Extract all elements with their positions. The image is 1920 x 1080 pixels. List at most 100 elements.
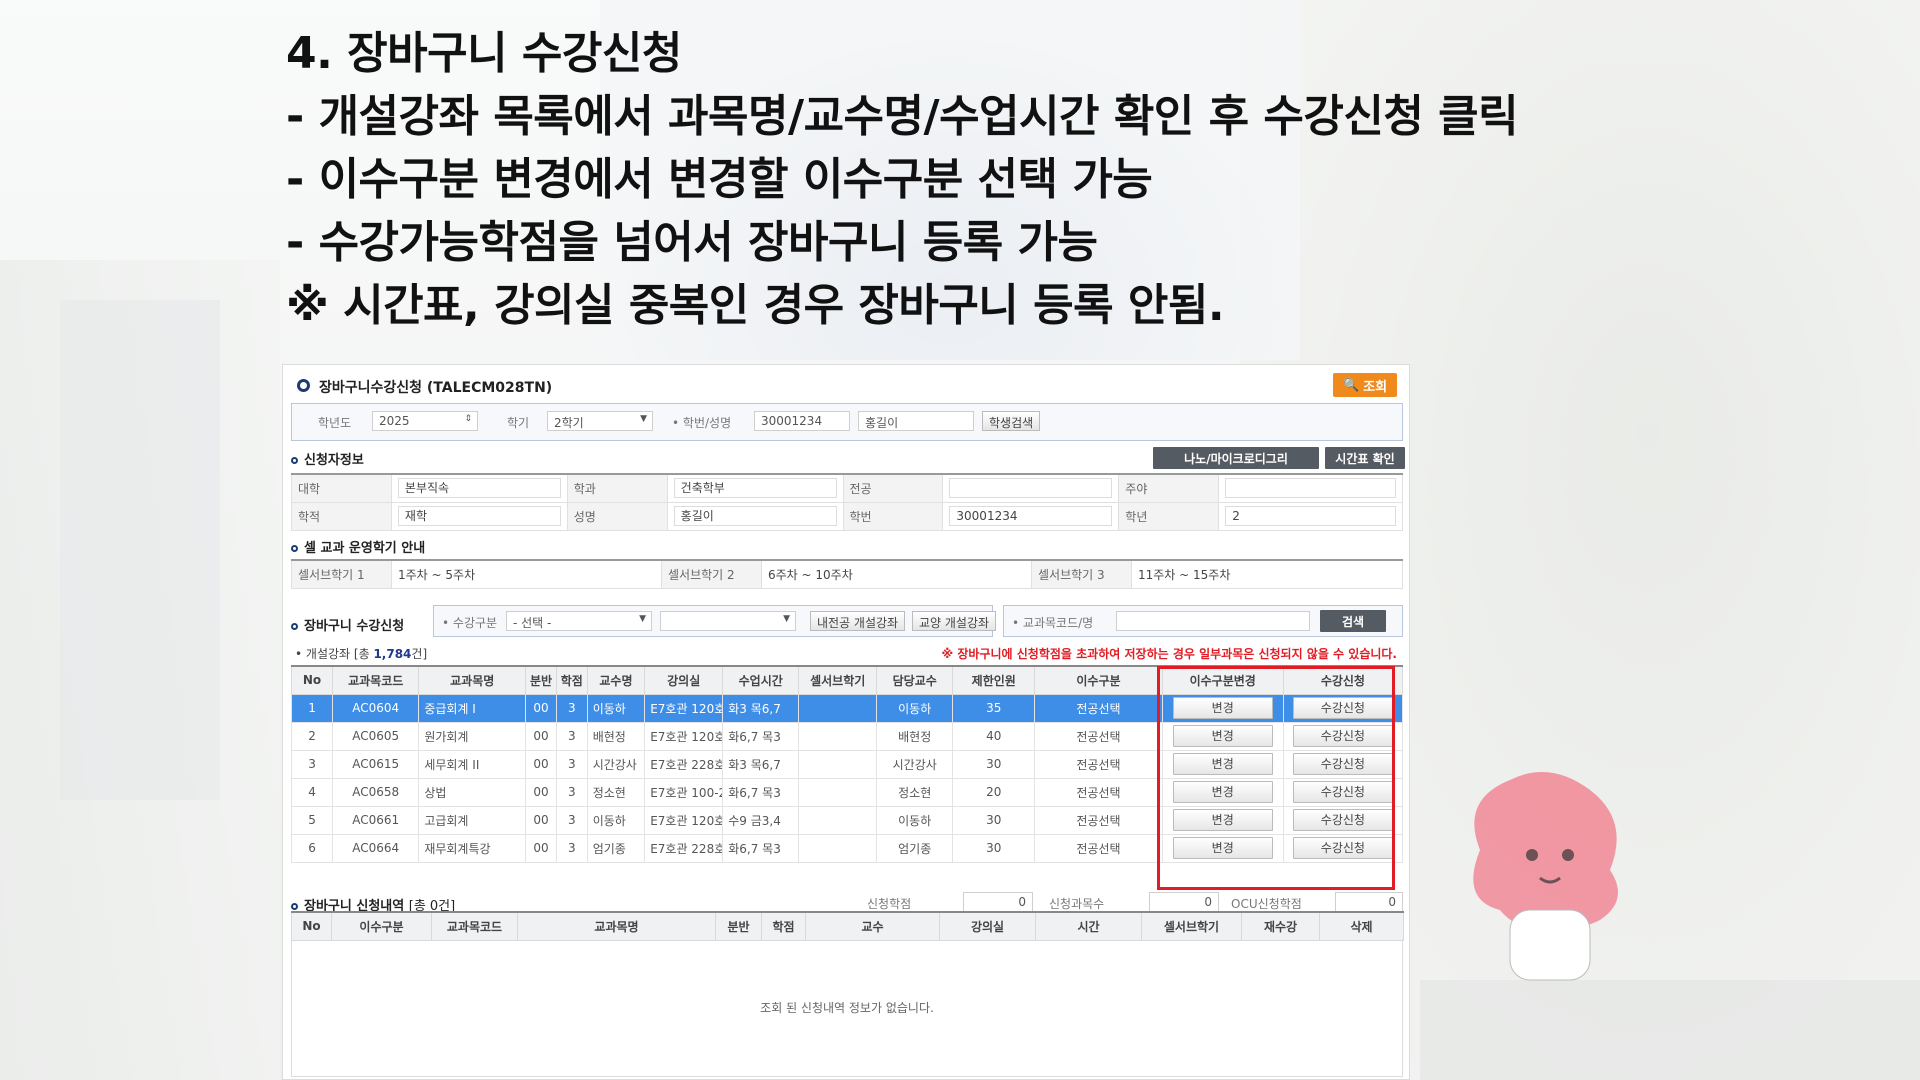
timetable-check-button[interactable]: 시간표 확인 bbox=[1325, 447, 1405, 469]
history-header-cell: 교과목명 bbox=[517, 911, 716, 941]
cart-history-table: No 이수구분 교과목코드 교과목명 분반 학점 교수 강의실 시간 셀서브학기 재수강 삭제 bbox=[291, 911, 1404, 941]
course-code-input[interactable] bbox=[1116, 611, 1310, 631]
course-cell-time: 화3 목6,7 bbox=[722, 749, 800, 779]
subterm-1-label: 셀서브학기 1 bbox=[291, 559, 392, 589]
course-cell-section: 00 bbox=[525, 805, 557, 835]
year-select-value: 2025 bbox=[379, 414, 410, 428]
course-cell-lead: 시간강사 bbox=[876, 749, 954, 779]
highlight-box bbox=[1157, 666, 1395, 890]
student-id-input[interactable]: 30001234 bbox=[754, 411, 850, 431]
course-header-cell: 교수명 bbox=[586, 665, 646, 695]
course-cell-section: 00 bbox=[525, 693, 557, 723]
course-subtype-select[interactable]: ▼ bbox=[660, 611, 796, 631]
grade-label: 학년 bbox=[1118, 501, 1220, 531]
course-cell-code: AC0605 bbox=[332, 721, 420, 751]
ocu-credit-label: OCU신청학점 bbox=[1231, 897, 1302, 911]
course-cell-room: E7호관 100-2 bbox=[644, 777, 724, 807]
course-cell-limit: 35 bbox=[952, 693, 1036, 723]
course-cell-type: 전공선택 bbox=[1034, 721, 1163, 751]
course-list-label: 개설강좌 bbox=[305, 647, 351, 661]
course-cell-sub bbox=[798, 805, 878, 835]
course-cell-time: 화6,7 목3 bbox=[722, 777, 800, 807]
semester-guide-label: 셀 교과 운영학기 안내 bbox=[304, 541, 426, 556]
course-cell-credit: 3 bbox=[555, 693, 588, 723]
slide-instructions: 4. 장바구니 수강신청 - 개설강좌 목록에서 과목명/교수명/수업시간 확인… bbox=[286, 22, 1686, 337]
course-cell-no: 6 bbox=[290, 833, 334, 863]
course-search-button[interactable]: 검색 bbox=[1320, 610, 1386, 632]
section-bullet-icon bbox=[291, 457, 298, 464]
student-label-text: 학번/성명 bbox=[682, 416, 732, 430]
cart-apply-title: 장바구니 수강신청 bbox=[291, 615, 404, 634]
course-cell-name: 중급회계 I bbox=[418, 693, 527, 723]
student-label: • 학번/성명 bbox=[672, 416, 732, 430]
empty-message: 조회 된 신청내역 정보가 없습니다. bbox=[760, 1001, 934, 1015]
slide-step-3: - 수강가능학점을 넘어서 장바구니 등록 가능 bbox=[286, 217, 1098, 268]
course-cell-lead: 이동하 bbox=[876, 693, 954, 723]
cart-history-header: No 이수구분 교과목코드 교과목명 분반 학점 교수 강의실 시간 셀서브학기 재수강 삭제 bbox=[291, 911, 1404, 941]
student-name-input[interactable]: 홍길이 bbox=[858, 411, 974, 431]
applied-course-count-label: 신청과목수 bbox=[1049, 897, 1105, 911]
search-icon: 🔍 bbox=[1342, 377, 1360, 393]
course-cell-code: AC0658 bbox=[332, 777, 420, 807]
course-cell-prof: 정소현 bbox=[586, 777, 646, 807]
course-cell-type: 전공선택 bbox=[1034, 833, 1163, 863]
year-label: 학년도 bbox=[318, 416, 352, 430]
course-type-label-text: 수강구분 bbox=[452, 616, 498, 630]
course-cell-section: 00 bbox=[525, 721, 557, 751]
subterm-1-value: 1주차 ~ 5주차 bbox=[391, 559, 662, 589]
course-cell-credit: 3 bbox=[555, 805, 588, 835]
course-cell-name: 고급회계 bbox=[418, 805, 527, 835]
ocu-credit-value: 0 bbox=[1335, 892, 1403, 912]
semester-guide-title: 셀 교과 운영학기 안내 bbox=[291, 537, 425, 556]
slide-heading: 4. 장바구니 수강신청 bbox=[286, 28, 682, 79]
nano-degree-button[interactable]: 나노/마이크로디그리 bbox=[1153, 447, 1319, 469]
general-courses-button[interactable]: 교양 개설강좌 bbox=[912, 611, 997, 631]
course-type-label: • 수강구분 bbox=[442, 616, 498, 630]
college-label: 대학 bbox=[291, 473, 392, 503]
course-cell-name: 재무회계특강 bbox=[418, 833, 527, 863]
course-cell-sub bbox=[798, 721, 878, 751]
cart-warning-text: ※ 장바구니에 신청학점을 초과하여 저장하는 경우 일부과목은 신청되지 않을… bbox=[941, 647, 1397, 661]
course-cell-no: 4 bbox=[290, 777, 334, 807]
course-header-cell: 분반 bbox=[525, 665, 557, 695]
course-header-cell: 수업시간 bbox=[722, 665, 800, 695]
course-code-label-text: 교과목코드/명 bbox=[1022, 616, 1094, 630]
applied-credit-value: 0 bbox=[963, 892, 1033, 912]
year-select[interactable]: 2025 ⇕ bbox=[372, 411, 478, 431]
course-cell-type: 전공선택 bbox=[1034, 693, 1163, 723]
course-cell-room: E7호관 120호 bbox=[644, 721, 724, 751]
course-cell-lead: 엄기종 bbox=[876, 833, 954, 863]
course-code-label: • 교과목코드/명 bbox=[1012, 616, 1094, 630]
term-select[interactable]: 2학기 ▼ bbox=[547, 411, 653, 431]
inquiry-button[interactable]: 🔍 조회 bbox=[1333, 373, 1397, 397]
course-header-cell: 셀서브학기 bbox=[798, 665, 878, 695]
course-cell-code: AC0604 bbox=[332, 693, 420, 723]
history-header-cell: 분반 bbox=[715, 911, 762, 941]
grade-value: 2 bbox=[1218, 501, 1403, 531]
course-cell-room: E7호관 228호 bbox=[644, 749, 724, 779]
screen-title-bar: 장바구니수강신청 (TALECM028TN) 🔍 조회 bbox=[291, 373, 1401, 397]
major-courses-button[interactable]: 내전공 개설강좌 bbox=[810, 611, 906, 631]
applied-credit-label: 신청학점 bbox=[867, 897, 912, 911]
slide-step-1: - 개설강좌 목록에서 과목명/교수명/수업시간 확인 후 수강신청 클릭 bbox=[286, 91, 1519, 142]
course-cell-code: AC0615 bbox=[332, 749, 420, 779]
course-cell-no: 3 bbox=[290, 749, 334, 779]
course-type-select[interactable]: - 선택 - ▼ bbox=[506, 611, 652, 631]
chevron-down-icon: ▼ bbox=[783, 614, 790, 624]
history-header-cell: 재수강 bbox=[1241, 911, 1320, 941]
applicant-section-title: 신청자정보 bbox=[291, 449, 364, 468]
cart-apply-filter: • 수강구분 - 선택 - ▼ ▼ 내전공 개설강좌 교양 개설강좌 bbox=[433, 605, 997, 637]
course-cell-code: AC0664 bbox=[332, 833, 420, 863]
status-value-text: 재학 bbox=[397, 506, 561, 526]
course-cell-code: AC0661 bbox=[332, 805, 420, 835]
inquiry-button-label: 조회 bbox=[1363, 379, 1388, 395]
id-label: 학번 bbox=[842, 501, 944, 531]
course-cell-lead: 이동하 bbox=[876, 805, 954, 835]
course-count-suffix: 건] bbox=[411, 647, 428, 661]
dept-label: 학과 bbox=[566, 473, 668, 503]
course-cell-time: 화6,7 목3 bbox=[722, 721, 800, 751]
course-count-value: 1,784 bbox=[373, 647, 412, 661]
student-search-button[interactable]: 학생검색 bbox=[982, 411, 1041, 431]
course-cell-type: 전공선택 bbox=[1034, 749, 1163, 779]
cart-registration-screen: 장바구니수강신청 (TALECM028TN) 🔍 조회 학년도 2025 ⇕ 학… bbox=[282, 364, 1410, 1080]
